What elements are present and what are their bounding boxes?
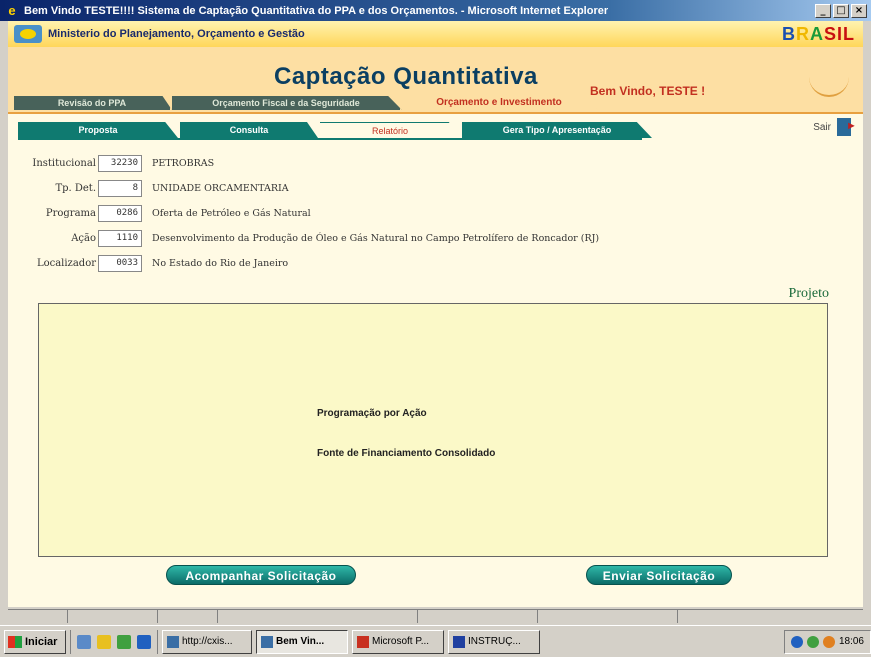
brasil-logo: BRASIL bbox=[781, 24, 855, 44]
exit-label: Sair bbox=[813, 121, 831, 133]
internet-explorer-icon: e bbox=[8, 2, 16, 18]
minimize-button[interactable]: _ bbox=[815, 3, 831, 18]
network-icon[interactable] bbox=[790, 635, 803, 648]
ministry-header: Ministerio do Planejamento, Orçamento e … bbox=[8, 21, 863, 47]
taskbar-item-bem-vindo[interactable]: Bem Vin... bbox=[256, 629, 348, 654]
acao-field[interactable]: 1110 bbox=[98, 229, 142, 247]
internet-explorer-icon[interactable] bbox=[137, 634, 151, 649]
field-description: UNIDADE ORCAMENTARIA bbox=[152, 182, 289, 194]
ministry-name: Ministerio do Planejamento, Orçamento e … bbox=[48, 28, 305, 40]
institucional-field[interactable]: 32230 bbox=[98, 154, 142, 172]
field-row-localizador: Localizador 0033 No Estado do Rio de Jan… bbox=[18, 254, 288, 272]
track-request-button[interactable]: Acompanhar Solicitação bbox=[166, 565, 356, 585]
tab-underline bbox=[18, 138, 642, 140]
link-fonte-financiamento[interactable]: Fonte de Financiamento Consolidado bbox=[317, 448, 495, 459]
report-panel: Programação por Ação Fonte de Financiame… bbox=[38, 303, 828, 557]
decorative-swirl-icon bbox=[809, 77, 849, 97]
field-row-programa: Programa 0286 Oferta de Petróleo e Gás N… bbox=[18, 204, 311, 222]
field-row-tp-det: Tp. Det. 8 UNIDADE ORCAMENTARIA bbox=[18, 179, 289, 197]
field-label: Programa bbox=[45, 207, 96, 219]
field-description: Desenvolvimento da Produção de Óleo e Gá… bbox=[152, 232, 600, 244]
window-title: Bem Vindo TESTE!!!! Sistema de Captação … bbox=[24, 4, 609, 17]
programa-field[interactable]: 0286 bbox=[98, 204, 142, 222]
start-label: Iniciar bbox=[25, 635, 58, 648]
field-label: Localizador bbox=[36, 257, 96, 269]
field-label: Ação bbox=[71, 232, 96, 244]
tab-revisao-ppa[interactable]: Revisão do PPA bbox=[14, 96, 172, 110]
taskbar-item-browser[interactable]: http://cxis... bbox=[162, 629, 252, 654]
start-button[interactable]: Iniciar bbox=[4, 629, 66, 654]
field-description: PETROBRAS bbox=[152, 157, 215, 169]
internet-explorer-icon bbox=[167, 635, 179, 648]
status-cell bbox=[8, 610, 68, 623]
system-tray: 18:06 bbox=[783, 629, 871, 654]
exit-button[interactable]: Sair bbox=[813, 118, 857, 136]
windows-flag-icon bbox=[8, 635, 22, 648]
tab-orcamento-investimento[interactable]: Orçamento e Investimento bbox=[402, 96, 598, 110]
tp-det-field[interactable]: 8 bbox=[98, 179, 142, 197]
section-heading: Projeto bbox=[788, 286, 829, 301]
window-titlebar[interactable]: e Bem Vindo TESTE!!!! Sistema de Captaçã… bbox=[0, 0, 871, 21]
close-button[interactable]: × bbox=[851, 3, 867, 18]
ministry-logo-icon bbox=[14, 25, 42, 43]
field-row-institucional: Institucional 32230 PETROBRAS bbox=[18, 154, 214, 172]
taskbar-item-word[interactable]: INSTRUÇ... bbox=[448, 629, 540, 654]
maximize-button[interactable]: □ bbox=[833, 3, 849, 18]
tab-orcamento-fiscal[interactable]: Orçamento Fiscal e da Seguridade bbox=[172, 96, 402, 110]
powerpoint-icon bbox=[357, 635, 369, 648]
tab-consulta[interactable]: Consulta bbox=[180, 122, 318, 138]
tab-relatorio[interactable]: Relatório bbox=[320, 122, 460, 138]
field-description: Oferta de Petróleo e Gás Natural bbox=[152, 207, 311, 219]
status-cell bbox=[218, 610, 418, 623]
word-icon bbox=[453, 635, 465, 648]
status-cell bbox=[538, 610, 678, 623]
quick-launch bbox=[70, 629, 158, 654]
outlook-icon[interactable] bbox=[117, 634, 131, 649]
explorer-icon[interactable] bbox=[97, 634, 111, 649]
windows-taskbar: Iniciar http://cxis... Bem Vin... Micros… bbox=[0, 625, 871, 657]
antivirus-icon[interactable] bbox=[806, 635, 819, 648]
field-description: No Estado do Rio de Janeiro bbox=[152, 257, 289, 269]
browser-status-bar bbox=[8, 609, 863, 623]
field-row-acao: Ação 1110 Desenvolvimento da Produção de… bbox=[18, 229, 599, 247]
app-banner: Captação Quantitativa Bem Vindo, TESTE !… bbox=[8, 47, 863, 119]
link-programacao-por-acao[interactable]: Programação por Ação bbox=[317, 408, 427, 419]
field-label: Tp. Det. bbox=[55, 182, 96, 194]
sub-tabs: Proposta Consulta Relatório Gera Tipo / … bbox=[18, 122, 654, 138]
volume-icon[interactable] bbox=[822, 635, 835, 648]
taskbar-item-powerpoint[interactable]: Microsoft P... bbox=[352, 629, 444, 654]
clock: 18:06 bbox=[838, 636, 864, 647]
tab-proposta[interactable]: Proposta bbox=[18, 122, 178, 138]
internet-explorer-icon bbox=[261, 635, 273, 648]
send-request-button[interactable]: Enviar Solicitação bbox=[586, 565, 732, 585]
welcome-message: Bem Vindo, TESTE ! bbox=[590, 84, 706, 98]
status-cell bbox=[68, 610, 158, 623]
show-desktop-icon[interactable] bbox=[77, 634, 91, 649]
status-cell bbox=[158, 610, 218, 623]
page-title: Captação Quantitativa bbox=[274, 63, 538, 90]
status-cell bbox=[418, 610, 538, 623]
localizador-field[interactable]: 0033 bbox=[98, 254, 142, 272]
content-frame: Proposta Consulta Relatório Gera Tipo / … bbox=[8, 112, 863, 607]
field-label: Institucional bbox=[32, 157, 96, 169]
main-tabs: Revisão do PPA Orçamento Fiscal e da Seg… bbox=[14, 96, 598, 110]
tab-gera-tipo-apresentacao[interactable]: Gera Tipo / Apresentação bbox=[462, 122, 652, 138]
exit-door-icon[interactable] bbox=[837, 118, 857, 136]
